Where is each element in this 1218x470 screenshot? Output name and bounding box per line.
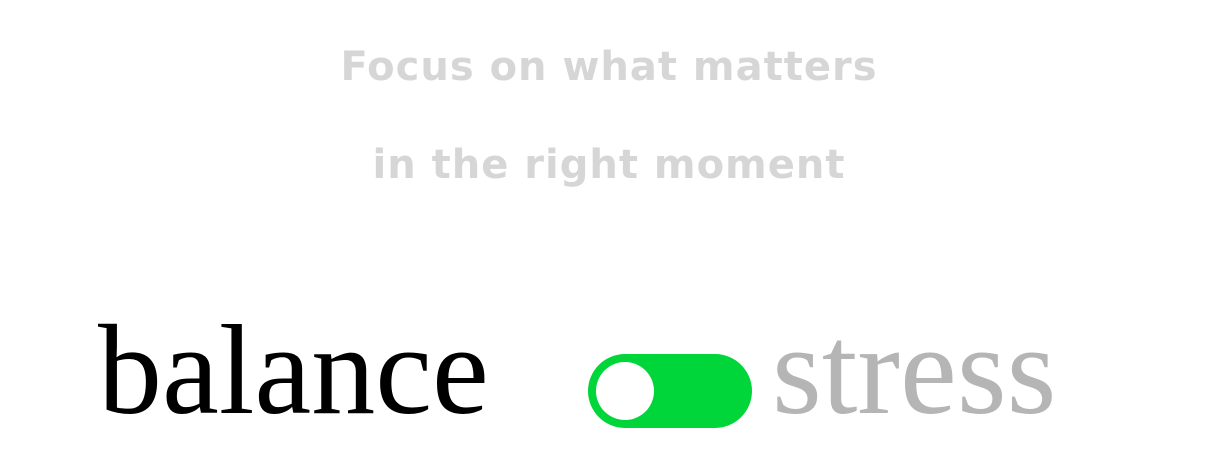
headline-line-1: Focus on what matters <box>340 44 878 90</box>
switch-knob[interactable] <box>596 362 654 420</box>
mode-toggle-row: balance stress <box>0 300 1218 440</box>
page: Focus on what matters in the right momen… <box>0 0 1218 470</box>
stress-label[interactable]: stress <box>772 300 1056 440</box>
balance-stress-switch[interactable] <box>588 354 752 428</box>
headline: Focus on what matters in the right momen… <box>0 18 1218 214</box>
balance-label[interactable]: balance <box>98 300 489 440</box>
headline-line-2: in the right moment <box>372 142 846 188</box>
